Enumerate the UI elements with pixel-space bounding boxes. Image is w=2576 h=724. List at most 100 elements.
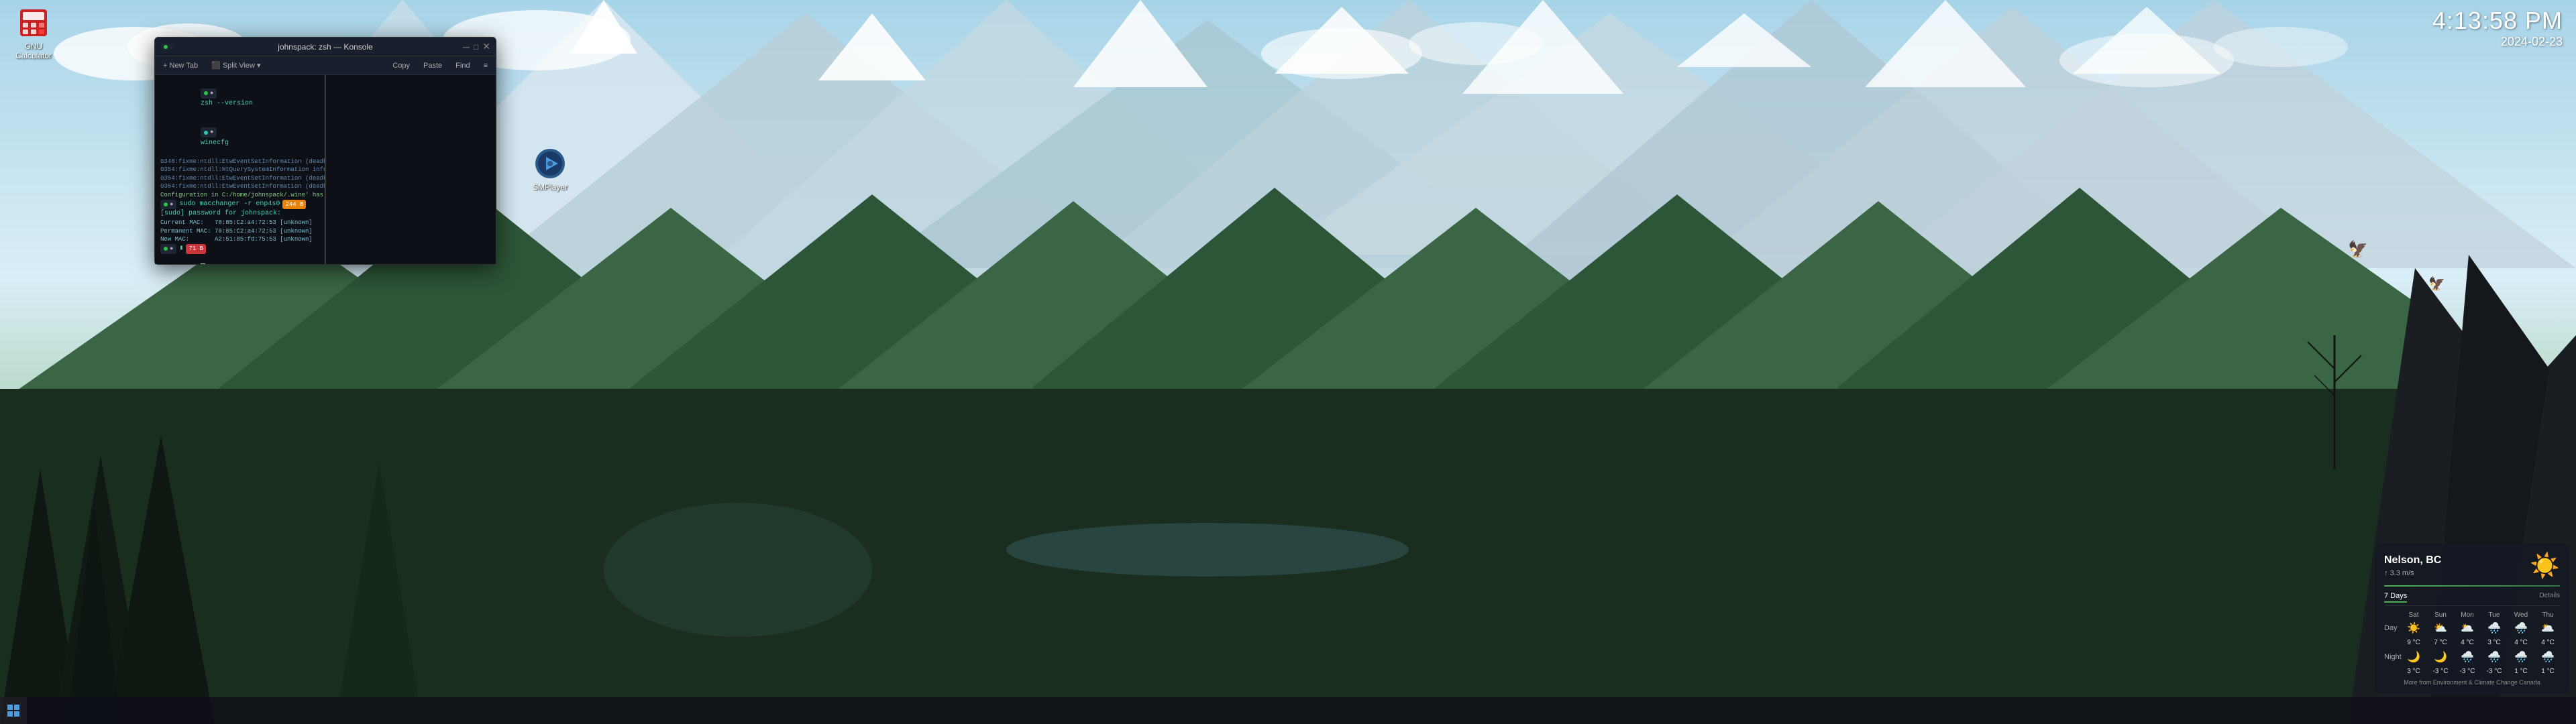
temp-thu-day: 4 °C <box>2536 639 2560 646</box>
tab-dot-2 <box>204 131 208 135</box>
weather-days-header: Sat Sun Mon Tue Wed Thu <box>2384 611 2560 619</box>
weather-location: Nelson, BC <box>2384 554 2441 566</box>
svg-text:🦅: 🦅 <box>2428 276 2445 292</box>
wind-icon: ↑ <box>2384 569 2388 577</box>
term-permanent-mac: Permanent MAC: 78:85:C2:a4:72:53 [unknow… <box>160 227 319 236</box>
weather-day-temps-row: 9 °C 7 °C 4 °C 3 °C 4 °C 4 °C <box>2384 639 2560 646</box>
weather-current: Nelson, BC ↑ 3.3 m/s ☀️ <box>2384 552 2560 580</box>
clock-date: 2024-02-23 <box>2432 35 2563 49</box>
smplayer-icon[interactable]: SMPlayer <box>523 147 577 192</box>
tab-indicator-3: ● <box>160 200 176 210</box>
terminal-title: johnspack: zsh — Konsole <box>278 42 372 52</box>
day-icon-sat: ☀️ <box>2402 621 2426 635</box>
day-label: Day <box>2384 624 2402 632</box>
badge-244b: 244 B <box>282 200 306 210</box>
term-line-error3: 0354:fixme:ntdll:EtwEventSetInformation … <box>160 174 319 183</box>
paste-button[interactable]: Paste <box>419 60 446 71</box>
split-view-button[interactable]: ⬛ Split View ▾ <box>207 60 264 71</box>
term-current-mac: Current MAC: 78:85:C2:a4:72:53 [unknown] <box>160 219 319 227</box>
night-icon-sat: 🌙 <box>2402 650 2426 664</box>
night-icon-tue: 🌧️ <box>2482 650 2506 664</box>
badge-71b: 71 B <box>186 244 206 254</box>
terminal-window-controls <box>160 44 176 50</box>
tab-dot-3 <box>164 202 168 206</box>
desktop: 🦅 🦅 <box>0 0 2576 724</box>
calculator-icon-img <box>17 7 50 39</box>
weather-widget: Nelson, BC ↑ 3.3 m/s ☀️ 7 Days Details S… <box>2375 544 2569 694</box>
temp-sat-day: 9 °C <box>2402 639 2426 646</box>
term-line-tab3: ● sudo macchanger -r enp4s0 244 B <box>160 200 319 210</box>
tab-dot <box>204 91 208 95</box>
terminal-close-btn[interactable]: ✕ <box>482 41 490 52</box>
terminal-titlebar: johnspack: zsh — Konsole ─ □ ✕ <box>155 38 496 56</box>
weather-tabs: 7 Days Details <box>2384 592 2560 606</box>
tab-dot-4 <box>164 247 168 251</box>
night-icon-wed: 🌧️ <box>2509 650 2533 664</box>
day-temps: 9 °C 7 °C 4 °C 3 °C 4 °C 4 °C <box>2402 639 2560 646</box>
temp-thu-night: 1 °C <box>2536 668 2560 675</box>
copy-button[interactable]: Copy <box>388 60 414 71</box>
smplayer-icon-img <box>534 147 566 180</box>
calculator-icon[interactable]: GNU Calculator <box>7 7 60 61</box>
calculator-label: GNU Calculator <box>7 42 60 61</box>
temp-sun-day: 7 °C <box>2428 639 2453 646</box>
day-wed: Wed <box>2509 611 2533 619</box>
term-cursor-line <box>160 254 319 264</box>
term-line-tab4: ● ▮ 71 B <box>160 244 319 254</box>
new-tab-button[interactable]: + New Tab <box>159 60 202 71</box>
term-new-mac: New MAC: A2:51:85:fd:75:53 [unknown] <box>160 235 319 244</box>
terminal-cursor <box>201 263 205 264</box>
day-icon-thu: 🌥️ <box>2536 621 2560 635</box>
weather-tab-7days[interactable]: 7 Days <box>2384 592 2407 603</box>
temp-wed-night: 1 °C <box>2509 668 2533 675</box>
day-icon-sun: ⛅ <box>2428 621 2453 635</box>
weather-divider <box>2384 585 2560 587</box>
day-sat: Sat <box>2402 611 2426 619</box>
term-line-error2: 0354:fixme:ntdll:NtQuerySystemInformatio… <box>160 166 319 174</box>
day-thu: Thu <box>2536 611 2560 619</box>
clock-widget: 4:13:58 PM 2024-02-23 <box>2432 7 2563 49</box>
weather-night-row: Night 🌙 🌙 🌧️ 🌧️ 🌧️ 🌧️ <box>2384 650 2560 664</box>
temp-mon-night: -3 °C <box>2455 668 2479 675</box>
day-icon-tue: 🌧️ <box>2482 621 2506 635</box>
terminal-window: johnspack: zsh — Konsole ─ □ ✕ + New Tab… <box>154 37 496 265</box>
clock-time: 4:13:58 PM <box>2432 7 2563 35</box>
weather-wind: ↑ 3.3 m/s <box>2384 569 2441 577</box>
weather-main-icon: ☀️ <box>2530 552 2560 580</box>
night-icons: 🌙 🌙 🌧️ 🌧️ 🌧️ 🌧️ <box>2402 650 2560 664</box>
find-button[interactable]: Find <box>451 60 474 71</box>
term-line-error1: 0348:fixme:ntdll:EtwEventSetInformation … <box>160 158 319 166</box>
night-icon-mon: 🌧️ <box>2455 650 2479 664</box>
terminal-toolbar: + New Tab ⬛ Split View ▾ Copy Paste Find… <box>155 56 496 75</box>
temp-sun-night: -3 °C <box>2428 668 2453 675</box>
term-line: ● winecfg <box>160 118 319 157</box>
day-icons: ☀️ ⛅ 🌥️ 🌧️ 🌧️ 🌥️ <box>2402 621 2560 635</box>
terminal-pane-right[interactable] <box>325 75 496 264</box>
terminal-body: ● zsh --version ● winecfg 0348:fixme:ntd… <box>155 75 496 264</box>
terminal-tab-dot <box>164 45 168 49</box>
weather-day-row: Day ☀️ ⛅ 🌥️ 🌧️ 🌧️ 🌥️ <box>2384 621 2560 635</box>
weather-wind-value: 3.3 m/s <box>2390 569 2414 577</box>
night-label: Night <box>2384 653 2402 661</box>
terminal-minimize-btn[interactable]: ─ <box>463 42 470 52</box>
temp-mon-day: 4 °C <box>2455 639 2479 646</box>
temp-tue-day: 3 °C <box>2482 639 2506 646</box>
night-temps: 3 °C -3 °C -3 °C -3 °C 1 °C 1 °C <box>2402 668 2560 675</box>
terminal-tab-indicator <box>160 44 173 50</box>
weather-details-link[interactable]: More from Environment & Climate Change C… <box>2384 679 2560 686</box>
tab-indicator: ● <box>201 88 217 99</box>
terminal-maximize-btn[interactable]: □ <box>474 42 478 52</box>
term-password-prompt: [sudo] password for johnspack: <box>160 209 319 219</box>
terminal-pane-left[interactable]: ● zsh --version ● winecfg 0348:fixme:ntd… <box>155 75 325 264</box>
menu-button[interactable]: ≡ <box>480 60 492 71</box>
start-button[interactable] <box>0 697 27 724</box>
weather-tab-details[interactable]: Details <box>2539 592 2560 603</box>
term-line-success: Configuration in C:/home/johnspack/.wine… <box>160 191 319 200</box>
temp-wed-day: 4 °C <box>2509 639 2533 646</box>
plus-icon: + <box>163 62 167 70</box>
term-line-error4: 0354:fixme:ntdll:EtwEventSetInformation … <box>160 182 319 191</box>
day-mon: Mon <box>2455 611 2479 619</box>
tab-indicator-4: ● <box>160 244 176 254</box>
day-icon-wed: 🌧️ <box>2509 621 2533 635</box>
day-tue: Tue <box>2482 611 2506 619</box>
